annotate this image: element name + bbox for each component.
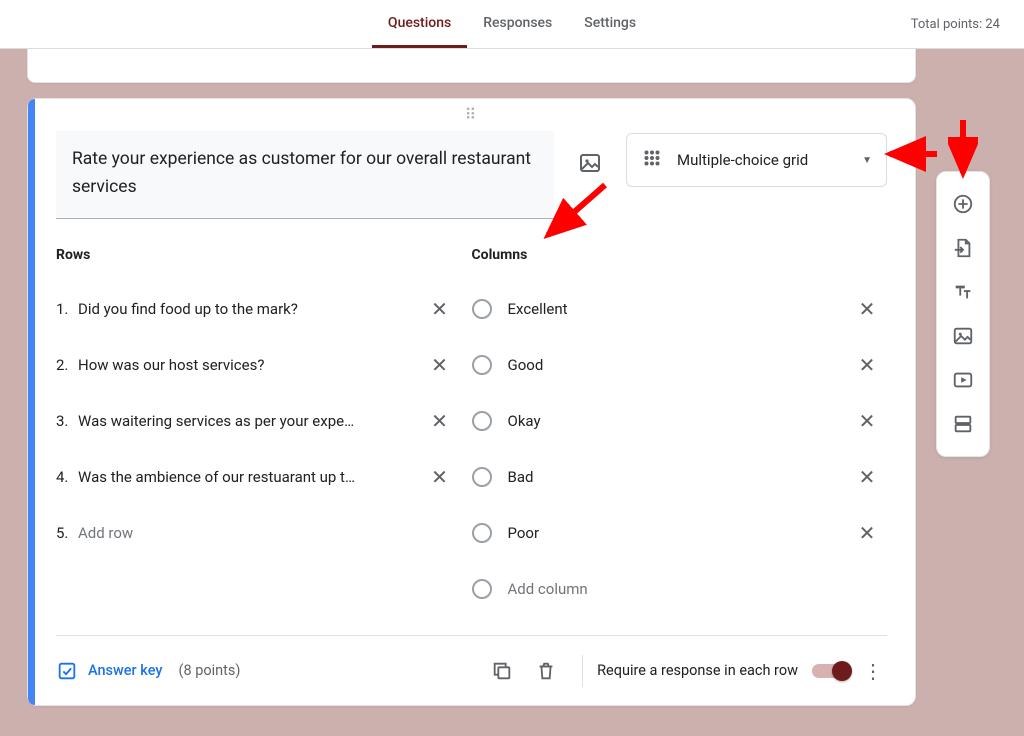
section-icon [952,413,974,435]
add-row-placeholder[interactable]: Add row [78,524,460,542]
row-text[interactable]: Did you find food up to the mark? [78,300,420,318]
add-column-item[interactable]: Add column [472,561,888,617]
remove-column-button[interactable]: ✕ [847,401,887,441]
add-image-button[interactable] [566,139,614,187]
radio-icon [472,579,492,599]
answer-key-label: Answer key [88,662,162,679]
radio-icon [472,523,492,543]
video-icon [952,369,974,391]
image-icon [952,325,974,347]
copy-icon [491,660,513,682]
import-questions-button[interactable] [943,226,983,270]
require-response-label: Require a response in each row [597,662,798,679]
active-card-accent [28,99,35,705]
tab-settings[interactable]: Settings [568,0,652,48]
remove-row-button[interactable]: ✕ [420,345,460,385]
plus-circle-icon [952,193,974,215]
header-tabs-bar: Questions Responses Settings Total point… [0,0,1024,48]
remove-column-button[interactable]: ✕ [847,513,887,553]
radio-icon [472,411,492,431]
column-item[interactable]: Good ✕ [472,337,888,393]
divider [582,655,583,687]
add-column-placeholder[interactable]: Add column [508,580,888,598]
rows-column: Rows 1. Did you find food up to the mark… [56,247,472,617]
row-number: 5. [56,524,78,542]
radio-icon [472,467,492,487]
question-title-input[interactable] [56,131,554,219]
answer-key-points: (8 points) [178,662,240,679]
column-text[interactable]: Excellent [508,300,848,318]
add-title-button[interactable] [943,270,983,314]
tab-responses[interactable]: Responses [467,0,568,48]
duplicate-button[interactable] [480,649,524,693]
remove-row-button[interactable]: ✕ [420,457,460,497]
text-icon [952,281,974,303]
row-text[interactable]: How was our host services? [78,356,420,374]
previous-question-card-edge [27,49,916,83]
row-text[interactable]: Was waitering services as per your expe… [78,412,420,430]
remove-column-button[interactable]: ✕ [847,289,887,329]
toggle-thumb [832,661,852,681]
file-import-icon [952,237,974,259]
add-row-item[interactable]: 5. Add row [56,505,460,561]
tab-questions[interactable]: Questions [372,0,467,48]
column-text[interactable]: Good [508,356,848,374]
remove-row-button[interactable]: ✕ [420,289,460,329]
image-icon [578,151,602,175]
row-item[interactable]: 3. Was waitering services as per your ex… [56,393,460,449]
question-type-label: Multiple-choice grid [677,151,862,169]
row-text[interactable]: Was the ambience of our restuarant up t… [78,468,420,486]
row-number: 1. [56,300,78,318]
remove-column-button[interactable]: ✕ [847,457,887,497]
column-item[interactable]: Excellent ✕ [472,281,888,337]
column-text[interactable]: Poor [508,524,848,542]
more-options-button[interactable]: ⋮ [859,659,887,683]
chevron-down-icon: ▼ [862,155,872,166]
question-type-select[interactable]: Multiple-choice grid ▼ [626,133,887,187]
question-card: ⠿ Multiple-choice grid ▼ Rows 1. Did you… [27,98,916,706]
column-text[interactable]: Bad [508,468,848,486]
remove-row-button[interactable]: ✕ [420,401,460,441]
row-number: 2. [56,356,78,374]
floating-toolbox [936,171,990,457]
row-number: 4. [56,468,78,486]
column-item[interactable]: Okay ✕ [472,393,888,449]
columns-header-label: Columns [472,247,888,263]
add-video-button[interactable] [943,358,983,402]
column-item[interactable]: Poor ✕ [472,505,888,561]
radio-icon [472,355,492,375]
row-item[interactable]: 2. How was our host services? ✕ [56,337,460,393]
checkbox-icon [56,660,78,682]
trash-icon [535,660,557,682]
radio-icon [472,299,492,319]
column-text[interactable]: Okay [508,412,848,430]
drag-handle-icon[interactable]: ⠿ [465,105,479,124]
add-section-button[interactable] [943,402,983,446]
columns-column: Columns Excellent ✕ Good ✕ Okay ✕ Bad ✕ [472,247,888,617]
require-response-toggle[interactable] [812,664,849,678]
card-footer: Answer key (8 points) Require a response… [56,635,887,705]
rows-header-label: Rows [56,247,460,263]
row-item[interactable]: 4. Was the ambience of our restuarant up… [56,449,460,505]
answer-key-button[interactable]: Answer key [56,660,162,682]
row-number: 3. [56,412,78,430]
add-image-item-button[interactable] [943,314,983,358]
grid-icon [641,147,663,173]
add-question-button[interactable] [943,182,983,226]
total-points-label: Total points: 24 [911,0,1000,48]
delete-button[interactable] [524,649,568,693]
row-item[interactable]: 1. Did you find food up to the mark? ✕ [56,281,460,337]
column-item[interactable]: Bad ✕ [472,449,888,505]
remove-column-button[interactable]: ✕ [847,345,887,385]
